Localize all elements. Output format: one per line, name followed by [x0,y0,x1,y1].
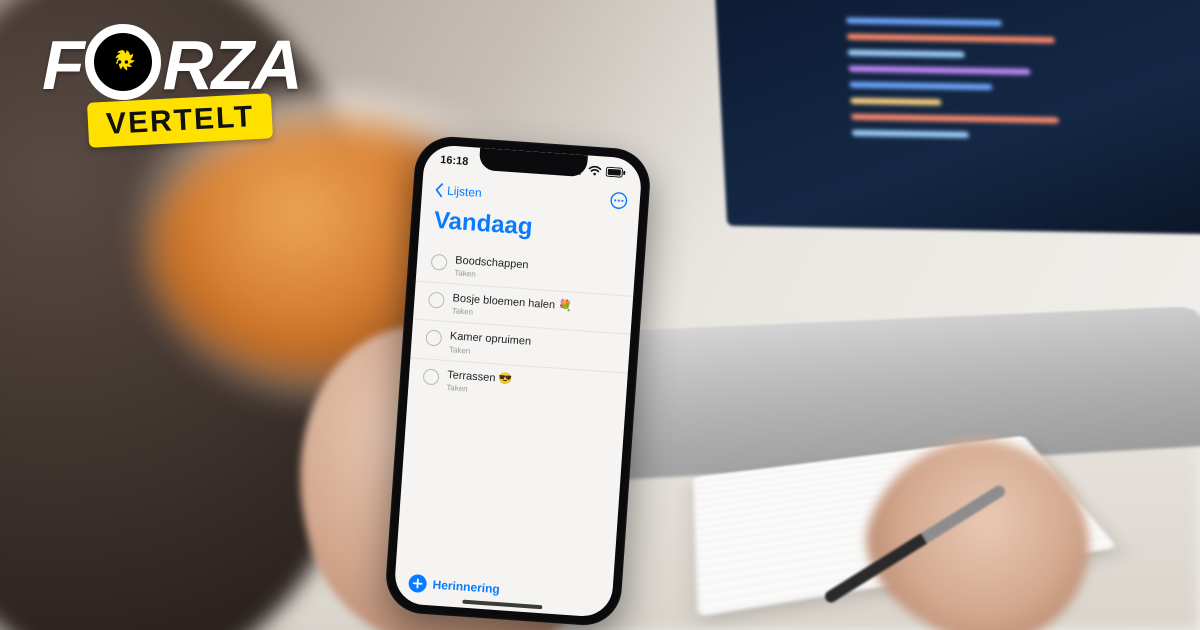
brand-lion-icon [85,24,161,100]
ellipsis-circle-icon [609,190,628,209]
chevron-left-icon [434,183,445,198]
back-label: Lijsten [447,184,483,200]
reminder-checkbox[interactable] [431,254,448,271]
brand-letter-f: F [42,36,83,96]
reminder-checkbox[interactable] [428,292,445,309]
brand-wordmark: F RZA [42,28,301,104]
battery-icon [605,167,626,178]
more-button[interactable] [609,190,629,214]
new-reminder-label: Herinnering [432,578,500,597]
brand-subtitle: VERTELT [87,93,274,148]
wifi-icon [588,165,603,176]
brand-badge: F RZA VERTELT [42,28,301,143]
page-title: Vandaag [433,207,533,242]
back-button[interactable]: Lijsten [434,183,483,200]
reminder-checkbox[interactable] [425,330,442,347]
status-time: 16:18 [440,154,469,168]
phone-screen: 16:18 Lijsten [393,144,643,618]
scene: F RZA VERTELT 16:18 [0,0,1200,630]
home-indicator[interactable] [462,600,542,610]
reminder-checkbox[interactable] [423,368,440,385]
reminders-list: Boodschappen Taken Bosje bloemen halen 💐… [408,244,636,411]
laptop [580,0,1200,430]
plus-circle-icon [408,574,427,593]
phone: 16:18 Lijsten [384,134,653,627]
laptop-code [845,8,1114,193]
new-reminder-bar[interactable]: Herinnering [394,573,613,606]
brand-letters-rza: RZA [163,36,301,96]
